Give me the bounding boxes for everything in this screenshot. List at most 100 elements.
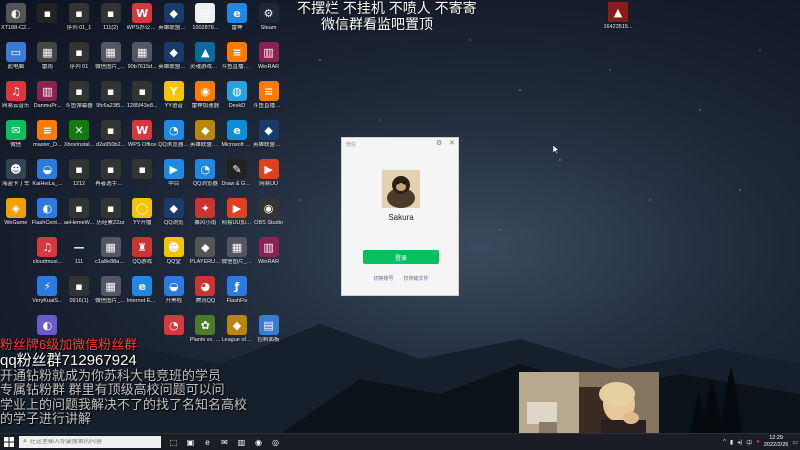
desktop-icon[interactable]: ☻ 海盗卡丁车 [0, 156, 32, 195]
desktop-icon[interactable]: ▦ 微信图片_2021111... [95, 273, 127, 312]
desktop-icon[interactable]: e 雷神 [221, 0, 253, 39]
desktop-icon[interactable]: ▦ 微信图片_2022011... [221, 234, 253, 273]
desktop-icon[interactable]: ◉ OBS Studio [253, 195, 285, 234]
desktop-icon[interactable]: ◔ QQ浏览器(2) [158, 117, 190, 156]
desktop-icon[interactable]: ◐ FlashCente... [32, 195, 64, 234]
desktop-icon[interactable]: ◒ 开黑啦 [158, 273, 190, 312]
windows-start-icon[interactable] [4, 437, 14, 447]
desktop-icon[interactable]: ▶ 网易UU加速器 [221, 195, 253, 234]
desktop-icon[interactable]: ▪ [32, 0, 64, 39]
desktop-icon[interactable]: ▪ 111(2) [95, 0, 127, 39]
desktop-icon[interactable]: ▪ 1285f43e8... [126, 78, 158, 117]
desktop-icon[interactable]: ▦ 微信图片_2021102... [95, 39, 127, 78]
desktop-icon[interactable]: ▲ 灵魂游戏加速器 [190, 39, 222, 78]
desktop-icon[interactable]: ▤ 控制面板 [253, 312, 285, 351]
desktop-icon[interactable]: ♫ cloudmusi... [32, 234, 64, 273]
desktop-icon[interactable]: ◆ 英雄联盟游戏 [190, 117, 222, 156]
desktop-icon[interactable]: ▪ 9fc6a23f5... [95, 78, 127, 117]
search-input[interactable] [29, 439, 150, 445]
desktop-icon[interactable]: ▭ 此电脑 [0, 39, 32, 78]
desktop-icon[interactable]: ◕ 腾讯QQ [190, 273, 222, 312]
desktop-icon[interactable]: ♫ 网易云音乐 [0, 78, 32, 117]
app-icon: ƒ [226, 276, 247, 296]
desktop-icon[interactable]: ✕ XboxInstal... [63, 117, 95, 156]
desktop-icon[interactable]: ▶ 网易UU [253, 156, 285, 195]
network-icon[interactable]: ▮ [730, 439, 733, 446]
desktop-icon[interactable]: ◍ DeskD [221, 78, 253, 117]
clock-time: 12:29 [769, 435, 783, 441]
desktop-icon[interactable]: ◐ XT188-C2... [0, 0, 32, 39]
app-icon: ▪ [68, 159, 89, 179]
taskbar-app-icon[interactable]: ◉ [251, 436, 266, 449]
settings-icon[interactable]: ⚙ [436, 139, 442, 147]
desktop-icon[interactable]: ▪ 再者选手用这个电住你的... [95, 156, 127, 195]
desktop-icon[interactable]: ▦ 雷雨 [32, 39, 64, 78]
desktop-icon[interactable]: ◔ QQ浏览器 [190, 156, 222, 195]
desktop-icon[interactable]: ▤ 1002878... [190, 0, 222, 39]
desktop-icon[interactable]: ▪ aeHemeW... [63, 195, 95, 234]
desktop-icon[interactable]: W WPS办公助手 [126, 0, 158, 39]
tray-app-icon[interactable]: ● [756, 439, 760, 445]
close-icon[interactable]: ✕ [449, 139, 455, 147]
taskbar-app-icon[interactable]: ▣ [183, 436, 198, 449]
desktop-icon[interactable]: ƒ FlashFiv [221, 273, 253, 312]
desktop-icon[interactable]: ▪ 斗鱼弹幕器 [63, 78, 95, 117]
app-icon: ▥ [258, 42, 279, 62]
desktop-icon[interactable]: ◆ PLAYERU... BATTLEGR... [190, 234, 222, 273]
desktop-icon[interactable]: ▪ 历经累22zz [95, 195, 127, 234]
desktop-icon[interactable]: e Internet Explorer [126, 273, 158, 312]
taskbar-app-icon[interactable]: ◎ [268, 436, 283, 449]
desktop-icon[interactable]: ▪ 1212 [63, 156, 95, 195]
taskbar-search[interactable]: ⌕ [19, 436, 161, 448]
tray-up-arrow-icon[interactable]: ^ [723, 439, 726, 445]
desktop-icon[interactable]: ▦ c1a8e88ae... [95, 234, 127, 273]
desktop-icon[interactable]: ◆ 英雄联盟WeGame版 [158, 0, 190, 39]
desktop-icon[interactable]: ▥ WinRAR [253, 39, 285, 78]
desktop-icon[interactable]: W WPS Office [126, 117, 158, 156]
desktop-icon[interactable]: ◆ 英雄联盟WeGame版 [253, 117, 285, 156]
desktop-icon[interactable]: ◈ WeGame [0, 195, 32, 234]
language-indicator[interactable]: 中 [746, 438, 752, 447]
taskbar-app-icon[interactable]: ⬚ [166, 436, 181, 449]
desktop-icon[interactable]: ▥ WinRAR [253, 234, 285, 273]
volume-icon[interactable]: ◂) [737, 439, 742, 446]
desktop-icon[interactable]: ▪ [126, 156, 158, 195]
desktop-icon[interactable]: ◆ QQ浏览 [158, 195, 190, 234]
desktop-icon[interactable]: ▪ 0916(1) [63, 273, 95, 312]
taskbar-app-icon[interactable]: ▥ [234, 436, 249, 449]
desktop-icon[interactable]: ◆ 英雄联盟WeGame版 [158, 39, 190, 78]
desktop-icon[interactable]: ≡ 斗鱼直播助手 [221, 39, 253, 78]
desktop-icon[interactable]: ☻ QQ堂 [158, 234, 190, 273]
desktop-icon[interactable]: ≡ master_D... [32, 117, 64, 156]
desktop-icon[interactable]: ⚡ VeryKuaiS... [32, 273, 64, 312]
notification-icon[interactable]: ▭ [792, 439, 798, 446]
desktop-icon[interactable]: ◯ YY开播 [126, 195, 158, 234]
desktop-icon[interactable]: ▥ DanmuPr... [32, 78, 64, 117]
desktop-icon[interactable]: ▪ 序列 01_1 [63, 0, 95, 39]
desktop-icon-top-right[interactable]: ▲ 16423515... [600, 2, 636, 30]
login-button[interactable]: 登录 [363, 250, 439, 264]
dialog-titlebar[interactable]: 微信 ⚙ ✕ [342, 138, 458, 150]
desktop-icon[interactable]: ▶ 中目 [158, 156, 190, 195]
desktop-icon[interactable]: ◉ 雷神加速器 [190, 78, 222, 117]
desktop-icon-label: 90b7615d... [127, 64, 157, 70]
switch-account-link[interactable]: 切换账号 [373, 275, 393, 282]
desktop-icon[interactable]: ✉ 微信 [0, 117, 32, 156]
desktop-icon[interactable]: Y YY语音 [158, 78, 190, 117]
desktop-icon[interactable]: ✎ Draw & Guess [221, 156, 253, 195]
desktop-icon[interactable]: ▪ d2a950b2... [95, 117, 127, 156]
desktop-icon[interactable]: ▦ 90b7615d... [126, 39, 158, 78]
desktop-icon[interactable]: ⚙ Steam [253, 0, 285, 39]
desktop-icon[interactable]: ♜ QQ游戏 [126, 234, 158, 273]
desktop-icon[interactable]: ◒ KaiHeiLa_... [32, 156, 64, 195]
desktop-icon[interactable]: e Microsoft Edge [221, 117, 253, 156]
taskbar-app-icon[interactable]: ✉ [217, 436, 232, 449]
taskbar-app-icon[interactable]: e [200, 436, 215, 449]
desktop-icon[interactable]: ≡ 斗鱼直播伴侣 [253, 78, 285, 117]
app-icon: ◐ [37, 198, 58, 218]
desktop-icon[interactable]: ▪ 序列 01 [63, 39, 95, 78]
transfer-files-link[interactable]: 仅传输文件 [404, 275, 429, 282]
desktop-icon[interactable]: — 111 [63, 234, 95, 273]
taskbar-clock[interactable]: 12:29 2022/2/26 [764, 435, 788, 449]
desktop-icon[interactable]: ✦ 暴风小雨 [190, 195, 222, 234]
